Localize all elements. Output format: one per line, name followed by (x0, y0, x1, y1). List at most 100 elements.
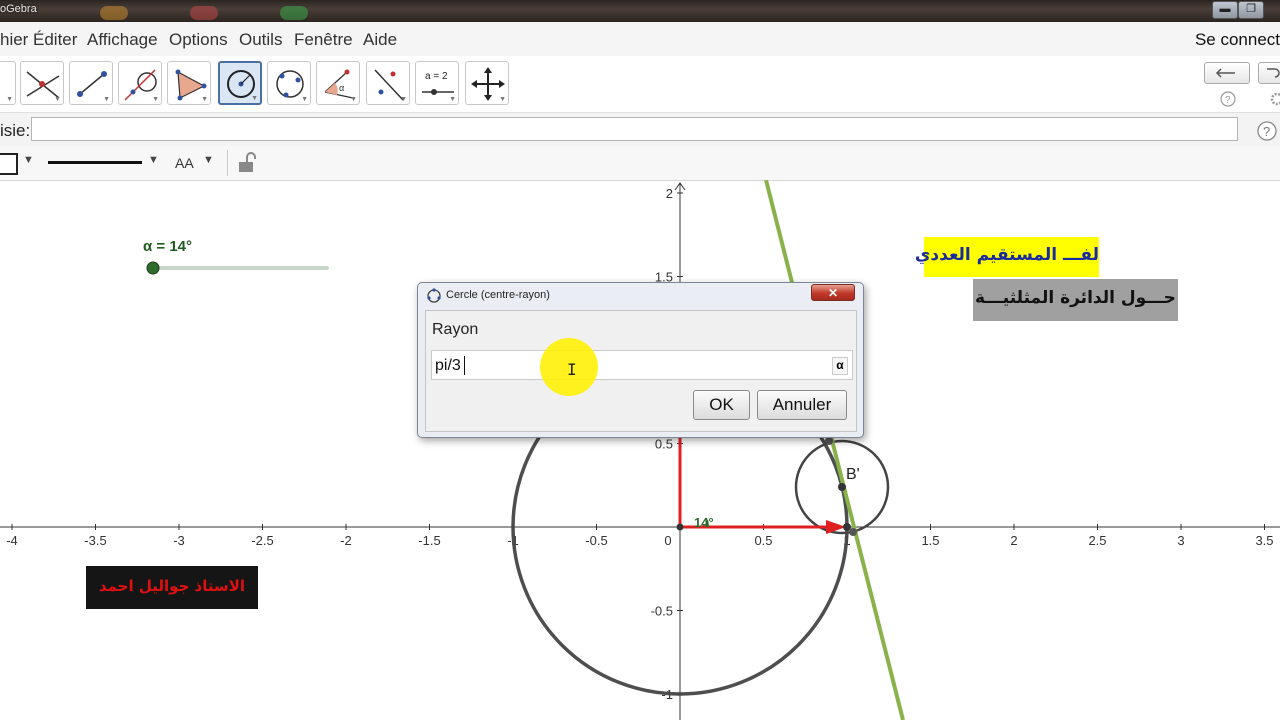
svg-text:α: α (339, 83, 344, 93)
dialog-body: Rayon pi/3 α OK Annuler (425, 310, 857, 432)
tool-move-graphics[interactable]: ▼ (465, 61, 509, 105)
chevron-down-icon: ▼ (400, 96, 407, 103)
sign-in-link[interactable]: Se connect (1195, 30, 1280, 50)
tool-polygon[interactable]: ▼ (167, 61, 211, 105)
angle-label: 14° (694, 515, 714, 530)
x-tick-label: 2 (1010, 533, 1017, 548)
style-bar: ▼ ▼ AA ▼ (0, 146, 1280, 181)
x-tick-label: -4 (6, 533, 18, 548)
x-tick-label: -0.5 (585, 533, 607, 548)
chevron-down-icon[interactable]: ▼ (148, 154, 159, 166)
x-tick-label: 1.5 (921, 533, 939, 548)
chevron-down-icon[interactable]: ▼ (203, 154, 214, 166)
x-tick-label: -3 (173, 533, 185, 548)
input-bar-field[interactable] (31, 117, 1238, 141)
input-help-icon[interactable]: ? (1256, 120, 1278, 142)
chevron-down-icon: ▼ (103, 96, 110, 103)
chevron-down-icon: ▼ (152, 96, 159, 103)
chevron-down-icon: ▼ (54, 96, 61, 103)
chevron-down-icon: ▼ (201, 96, 208, 103)
tool-point-intersect[interactable]: ▼ (20, 61, 64, 105)
x-tick-label: 0.5 (754, 533, 772, 548)
chevron-down-icon: ▼ (499, 96, 506, 103)
dialog-app-icon (427, 288, 441, 303)
menu-fichier[interactable]: hier (0, 30, 28, 50)
chevron-down-icon: ▼ (301, 96, 308, 103)
cancel-button[interactable]: Annuler (757, 390, 847, 420)
undo-icon (1215, 68, 1235, 78)
minimize-button[interactable]: ▬ (1212, 1, 1238, 19)
point-b-prime[interactable] (838, 483, 846, 491)
x-tick-label: 0 (664, 533, 671, 548)
text-caret (464, 356, 465, 375)
line-style-button[interactable] (48, 161, 142, 164)
menu-outils[interactable]: Outils (239, 30, 282, 50)
gear-icon[interactable] (1268, 90, 1280, 108)
redo-button[interactable] (1258, 62, 1280, 84)
x-tick-label: -2 (340, 533, 352, 548)
menu-affichage[interactable]: Affichage (87, 30, 158, 50)
title-banner-gray: حـــول الدائرة المثلثيـــة (973, 279, 1178, 321)
point-c[interactable] (849, 528, 857, 536)
text-size-button[interactable]: AA (175, 155, 194, 171)
radius-input[interactable]: pi/3 α (431, 350, 853, 380)
svg-text:?: ? (1225, 95, 1231, 106)
x-tick-label: -3.5 (84, 533, 106, 548)
undo-button[interactable] (1204, 62, 1250, 84)
tool-move[interactable]: ▼ (0, 61, 16, 105)
svg-text:?: ? (1263, 124, 1270, 139)
menu-fenetre[interactable]: Fenêtre (294, 30, 353, 50)
tool-reflect[interactable]: ▼ (366, 61, 410, 105)
x-tick-group: -4 -3.5 -3 -2.5 -2 -1.5 -1 -0.5 0 0.5 1 1.5 2 2.5 3 3.5 (6, 524, 1274, 548)
origin-point[interactable] (676, 523, 684, 531)
color-swatch-button[interactable] (0, 153, 18, 175)
tool-tangent[interactable]: ▼ (118, 61, 162, 105)
ok-button[interactable]: OK (693, 390, 750, 420)
title-banner-yellow: لفـــ المستقيم العددي (915, 237, 1099, 277)
symbol-picker-button[interactable]: α (832, 357, 848, 375)
redo-icon (1267, 68, 1280, 78)
chevron-down-icon: ▼ (251, 95, 258, 102)
x-tick-label: -2.5 (251, 533, 273, 548)
dialog-title: Cercle (centre-rayon) (446, 289, 550, 301)
toolbar: ▼ ▼ ▼ ▼ ▼ ▼ ▼ α ▼ ▼ a = 2 ▼ ▼ (0, 56, 1280, 112)
slider-knob[interactable] (146, 261, 160, 275)
menu-bar: hier Éditer Affichage Options Outils Fen… (0, 22, 1280, 57)
menu-options[interactable]: Options (169, 30, 228, 50)
tool-circle-center-radius[interactable]: ▼ (218, 61, 262, 105)
point-label-b-prime: B' (846, 466, 860, 483)
title-bar: oGebra ▬ ❐ (0, 0, 1280, 22)
tool-segment[interactable]: ▼ (69, 61, 113, 105)
tool-angle[interactable]: α ▼ (316, 61, 360, 105)
divider (227, 150, 228, 176)
radius-value: pi/3 (435, 357, 461, 374)
chevron-down-icon: ▼ (350, 96, 357, 103)
help-icon[interactable]: ? (1219, 90, 1237, 108)
menu-aide[interactable]: Aide (363, 30, 397, 50)
y-tick-label: 0.5 (655, 437, 673, 452)
point-d[interactable] (825, 437, 833, 445)
x-tick-label: 3.5 (1255, 533, 1273, 548)
slider-label: α = 14° (143, 238, 192, 255)
tool-slider[interactable]: a = 2 ▼ (415, 61, 459, 105)
background-blob (190, 6, 218, 20)
tool-circle-three-points[interactable]: ▼ (267, 61, 311, 105)
input-bar: isie: ? (0, 112, 1280, 148)
chevron-down-icon: ▼ (449, 96, 456, 103)
input-bar-label: isie: (0, 121, 31, 140)
x-tick-label: 2.5 (1088, 533, 1106, 548)
background-blob (100, 6, 128, 20)
chevron-down-icon: ▼ (6, 96, 13, 103)
unlock-icon[interactable] (237, 152, 257, 174)
y-tick-label: -0.5 (651, 604, 673, 619)
menu-editer[interactable]: Éditer (33, 30, 77, 50)
radius-label: Rayon (432, 321, 479, 338)
window-title: oGebra (0, 3, 37, 15)
dialog-close-button[interactable]: ✕ (811, 284, 855, 301)
maximize-button[interactable]: ❐ (1238, 1, 1264, 19)
x-tick-label: -1.5 (418, 533, 440, 548)
circle-radius-dialog: Cercle (centre-rayon) ✕ Rayon pi/3 α OK … (417, 282, 864, 438)
author-banner: الاستاذ جواليل احمد (86, 566, 258, 609)
chevron-down-icon[interactable]: ▼ (23, 154, 34, 166)
number-line[interactable] (764, 180, 905, 720)
